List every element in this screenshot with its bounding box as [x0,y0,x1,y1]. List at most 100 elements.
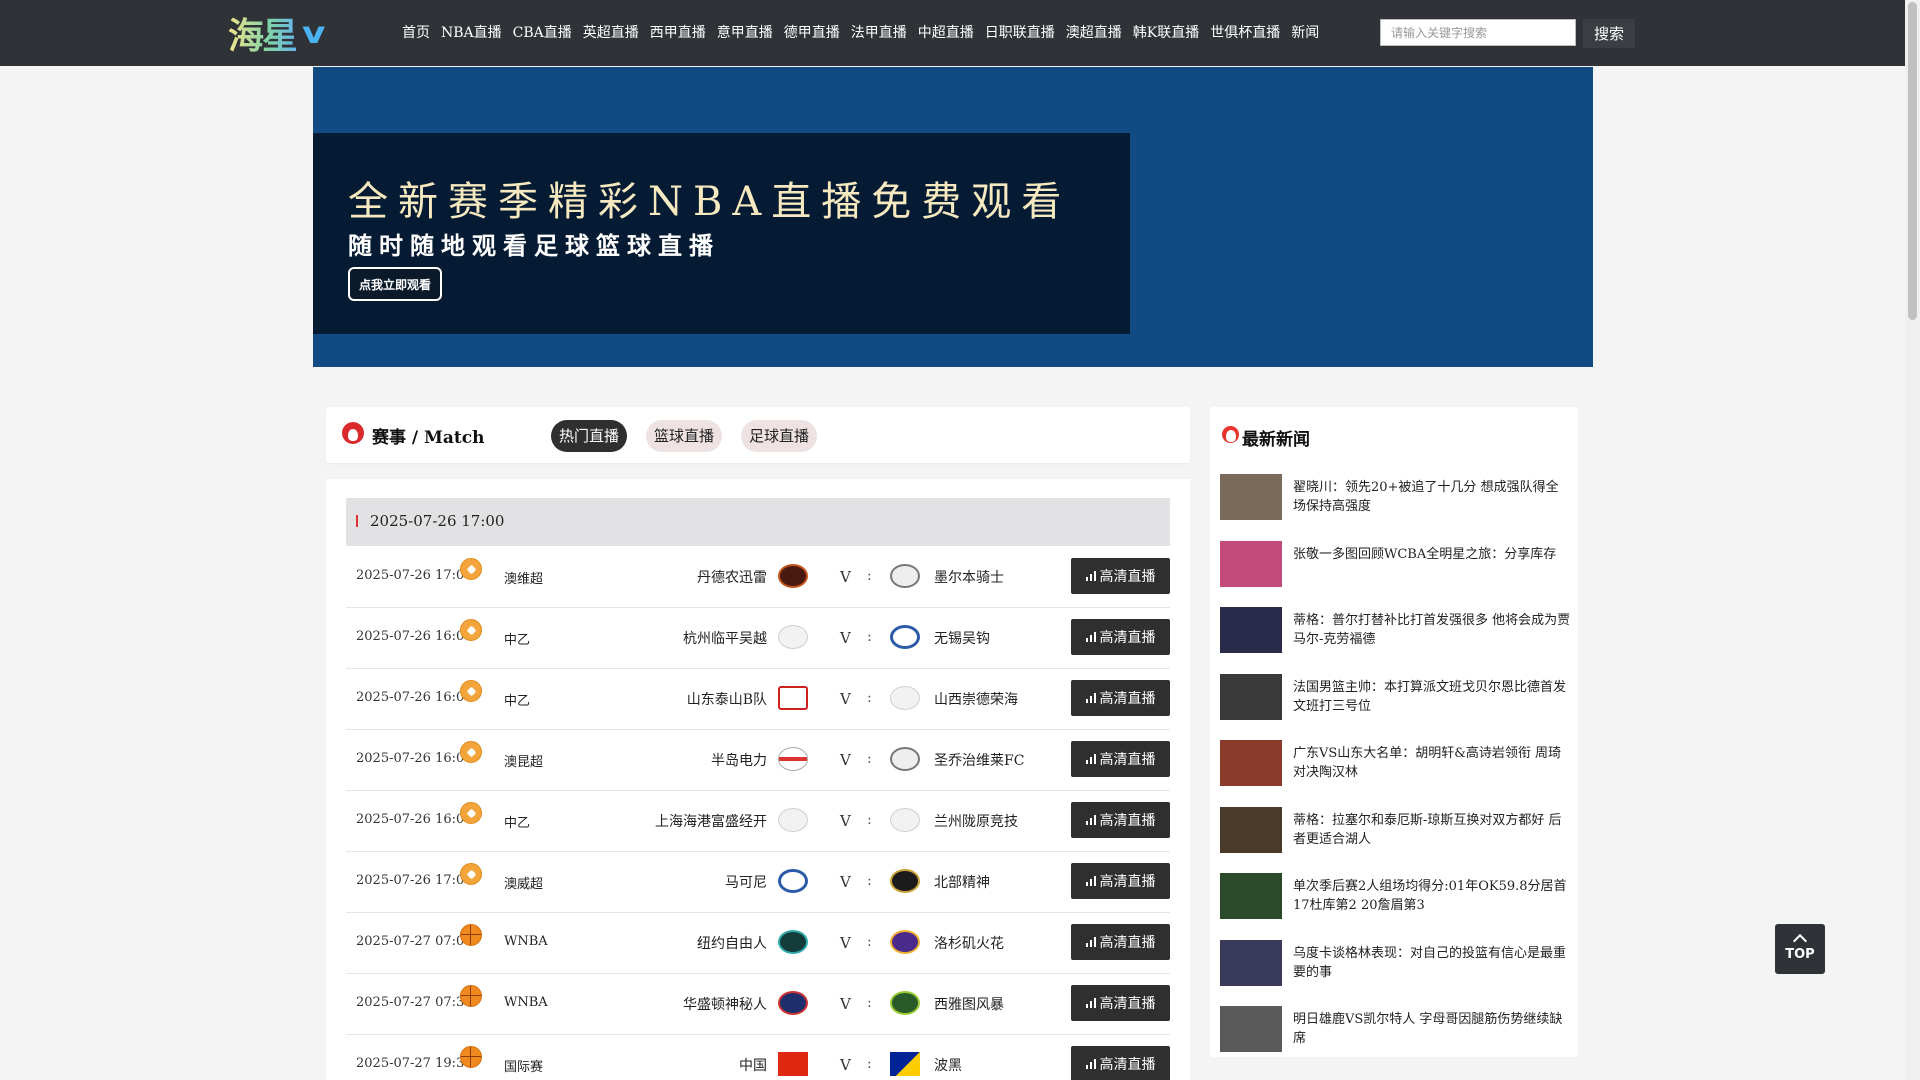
hd-live-button[interactable]: 高清直播 [1071,680,1170,716]
away-team[interactable]: 波黑 [934,1055,962,1075]
nav-link[interactable]: 法甲直播 [851,22,907,42]
nav-link[interactable]: 新闻 [1291,22,1319,42]
news-thumbnail[interactable] [1220,740,1282,786]
nav-link[interactable]: NBA直播 [441,22,502,42]
news-thumbnail[interactable] [1220,1006,1282,1052]
site-logo[interactable]: 海星 v [228,12,328,58]
news-headline[interactable]: 蒂格：普尔打替补比打首发强很多 他将会成为贾马尔-克劳福德 [1293,611,1571,649]
news-thumbnail[interactable] [1220,540,1282,587]
match-league[interactable]: 国际赛 [504,1056,543,1075]
home-team[interactable]: 纽约自由人 [697,933,767,953]
scrollbar-thumb[interactable] [1908,2,1917,320]
back-to-top-button[interactable]: TOP [1775,924,1825,974]
match-time: 2025-07-26 17:00 [356,568,473,583]
match-league[interactable]: 澳维超 [504,568,543,587]
news-thumbnail[interactable] [1220,474,1282,520]
home-team[interactable]: 中国 [739,1055,767,1075]
news-item[interactable]: 蒂格：拉塞尔和泰厄斯-琼斯互换对双方都好 后者更适合湖人 [1220,806,1571,855]
hd-live-button[interactable]: 高清直播 [1071,863,1170,899]
nav-link[interactable]: 澳超直播 [1066,22,1122,42]
away-team[interactable]: 墨尔本骑士 [934,567,1004,587]
hd-live-button[interactable]: 高清直播 [1071,741,1170,777]
match-league[interactable]: 澳威超 [504,873,543,892]
news-item[interactable]: 法国男篮主帅：本打算派文班戈贝尔恩比德首发 文班打三号位 [1220,673,1571,722]
hd-live-button[interactable]: 高清直播 [1071,924,1170,960]
news-headline[interactable]: 广东VS山东大名单：胡明轩&高诗岩领衔 周琦对决陶汉林 [1293,744,1571,782]
match-league[interactable]: WNBA [504,995,548,1010]
hd-live-label: 高清直播 [1099,813,1156,829]
tab-basketball-live[interactable]: 篮球直播 [646,420,723,452]
nav-link[interactable]: 英超直播 [583,22,639,42]
news-thumbnail[interactable] [1220,806,1282,853]
page-scrollbar[interactable] [1905,0,1920,1080]
match-list: 2025-07-26 17:00 2025-07-26 17:00 澳维超 丹德农迅… [326,479,1190,1080]
away-team[interactable]: 圣乔治维莱FC [934,750,1024,770]
match-row: 2025-07-26 17:00澳威超马可尼V:S北部精神高清直播 [346,851,1170,913]
nav-link[interactable]: 意甲直播 [717,22,773,42]
vs-left: V [840,629,851,647]
nav-link[interactable]: 韩K联直播 [1133,22,1199,42]
promo-banner: 全新赛季精彩NBA直播免费观看 随时随地观看足球篮球直播 点我立即观看 [313,67,1593,367]
vs-colon: : [867,751,872,767]
news-item[interactable]: 蒂格：普尔打替补比打首发强很多 他将会成为贾马尔-克劳福德 [1220,607,1570,655]
away-team[interactable]: 兰州陇原竞技 [934,811,1018,831]
tab-hot-live[interactable]: 热门直播 [551,420,628,452]
news-item[interactable]: 单次季后赛2人组场均得分:01年OK59.8分居首 17杜库第2 20詹眉第3 [1220,873,1570,921]
banner-watch-button[interactable]: 点我立即观看 [348,267,442,301]
home-team[interactable]: 上海海港富盛经开 [655,811,767,831]
nav-link[interactable]: 日职联直播 [985,22,1055,42]
home-team[interactable]: 丹德农迅雷 [697,567,767,587]
nav-link[interactable]: CBA直播 [513,22,572,42]
match-league[interactable]: 中乙 [504,629,530,648]
news-item[interactable]: 广东VS山东大名单：胡明轩&高诗岩领衔 周琦对决陶汉林 [1220,740,1570,788]
away-team-logo [890,564,920,588]
away-team[interactable]: 无锡吴钩 [934,628,990,648]
news-headline[interactable]: 法国男篮主帅：本打算派文班戈贝尔恩比德首发 文班打三号位 [1293,678,1571,716]
hd-live-button[interactable]: 高清直播 [1071,985,1170,1021]
vs-colon: : [867,629,872,645]
news-item[interactable]: 明日雄鹿VS凯尔特人 字母哥因腿筋伤势继续缺席 [1220,1006,1570,1054]
news-headline[interactable]: 蒂格：拉塞尔和泰厄斯-琼斯互换对双方都好 后者更适合湖人 [1293,811,1571,849]
match-league[interactable]: WNBA [504,934,548,949]
tab-football-live[interactable]: 足球直播 [741,420,818,452]
news-thumbnail[interactable] [1220,939,1282,986]
news-thumbnail[interactable] [1220,873,1282,919]
signal-bars-icon [1085,571,1097,581]
home-team[interactable]: 马可尼 [725,872,767,892]
nav-link[interactable]: 德甲直播 [784,22,840,42]
home-team[interactable]: 半岛电力 [711,750,767,770]
news-thumbnail[interactable] [1220,673,1282,720]
search-input[interactable] [1380,19,1576,46]
news-headline[interactable]: 乌度卡谈格林表现：对自己的投篮有信心是最重要的事 [1293,944,1571,982]
news-thumbnail[interactable] [1220,607,1282,653]
away-team[interactable]: 北部精神 [934,872,990,892]
soccer-icon [460,619,482,641]
hd-live-button[interactable]: 高清直播 [1071,1046,1170,1080]
news-item[interactable]: 乌度卡谈格林表现：对自己的投篮有信心是最重要的事 [1220,939,1571,988]
vs-left: V [840,690,851,708]
news-item[interactable]: 张敬一多图回顾WCBA全明星之旅：分享库存 [1220,540,1571,589]
nav-link[interactable]: 世俱杯直播 [1210,22,1280,42]
home-team[interactable]: 山东泰山B队 [687,689,767,709]
match-league[interactable]: 中乙 [504,690,530,709]
nav-link[interactable]: 首页 [402,22,430,42]
home-team[interactable]: 杭州临平吴越 [683,628,767,648]
news-headline[interactable]: 明日雄鹿VS凯尔特人 字母哥因腿筋伤势继续缺席 [1293,1010,1571,1048]
news-headline[interactable]: 单次季后赛2人组场均得分:01年OK59.8分居首 17杜库第2 20詹眉第3 [1293,877,1571,915]
nav-link[interactable]: 西甲直播 [650,22,706,42]
hd-live-button[interactable]: 高清直播 [1071,802,1170,838]
home-team[interactable]: 华盛顿神秘人 [683,994,767,1014]
news-headline[interactable]: 翟晓川：领先20+被追了十几分 想成强队得全场保持高强度 [1293,478,1571,516]
nav-link[interactable]: 中超直播 [918,22,974,42]
news-headline[interactable]: 张敬一多图回顾WCBA全明星之旅：分享库存 [1293,545,1571,564]
away-team[interactable]: 山西崇德荣海 [934,689,1018,709]
signal-bars-icon [1085,937,1097,947]
search-button[interactable]: 搜索 [1583,19,1635,48]
match-league[interactable]: 中乙 [504,812,530,831]
hd-live-button[interactable]: 高清直播 [1071,558,1170,594]
away-team[interactable]: 洛杉矶火花 [934,933,1004,953]
match-league[interactable]: 澳昆超 [504,751,543,770]
news-item[interactable]: 翟晓川：领先20+被追了十几分 想成强队得全场保持高强度 [1220,474,1570,522]
away-team[interactable]: 西雅图风暴 [934,994,1004,1014]
hd-live-button[interactable]: 高清直播 [1071,619,1170,655]
